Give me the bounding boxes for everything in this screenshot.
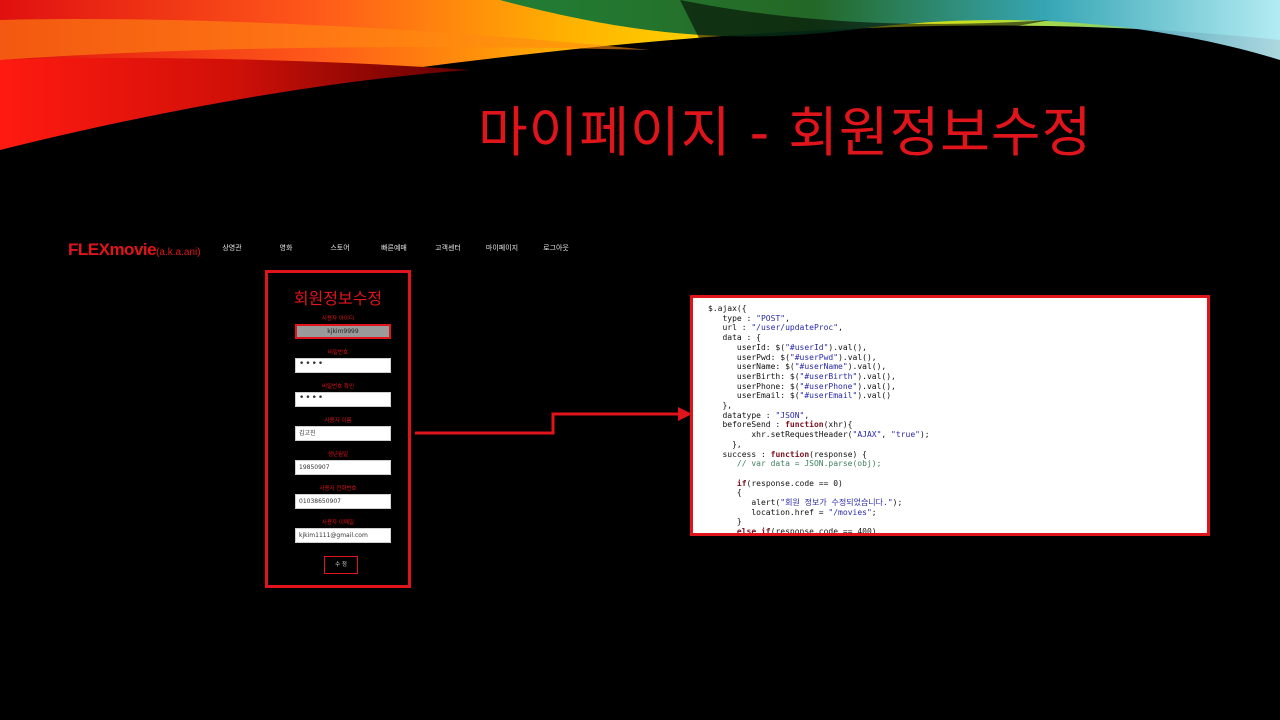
nav-item-theaters[interactable]: 상영관 (222, 243, 241, 253)
password-field[interactable]: •••• (295, 358, 391, 373)
code-line: url : "/user/updateProc", (708, 323, 843, 333)
nav-item-quick-booking[interactable]: 빠른예매 (381, 243, 407, 253)
user-id-field: kjkim9999 (295, 324, 391, 339)
ajax-code-block: $.ajax({ type : "POST", url : "/user/upd… (693, 298, 1207, 536)
nav-item-customer-center[interactable]: 고객센터 (435, 243, 461, 253)
code-line: $.ajax({ (708, 304, 747, 313)
password-label: 비밀번호 (327, 350, 349, 356)
code-line: userBirth: $("#userBirth").val(), (708, 371, 896, 381)
user-name-field[interactable]: 김고진 (295, 426, 391, 441)
app-logo-subtitle: (a.k.a.ani) (156, 247, 201, 258)
code-line: location.href = "/movies"; (708, 507, 877, 517)
code-line: userId: $("#userId").val(), (708, 342, 867, 352)
code-line: beforeSend : function(xhr){ (708, 420, 853, 430)
app-logo[interactable]: FLEXmovie(a.k.a.ani) (68, 240, 201, 260)
code-line: type : "POST", (708, 313, 790, 323)
birthdate-field[interactable]: 19850907 (295, 460, 391, 475)
nav-item-store[interactable]: 스토어 (330, 243, 349, 253)
email-label: 사용자 이메일 (321, 520, 355, 526)
code-line: }, (708, 439, 742, 449)
user-name-label: 사용자 이름 (324, 418, 352, 424)
code-line: else if(response.code == 400) (736, 527, 877, 536)
code-line: if(response.code == 0) (736, 478, 843, 488)
birthdate-label: 생년월일 (327, 452, 349, 458)
nav-item-logout[interactable]: 로그아웃 (543, 243, 569, 253)
slide-title: 마이페이지 - 회원정보수정 (478, 101, 1093, 164)
code-line: datatype : "JSON", (708, 410, 810, 420)
code-line: success : function(response) { (708, 449, 867, 459)
code-line: userPwd: $("#userPwd").val(), (708, 352, 877, 362)
phone-label: 사용자 전화번호 (319, 486, 357, 492)
code-line: } (708, 517, 742, 527)
code-line: userName: $("#userName").val(), (708, 362, 887, 372)
code-line: alert("회원 정보가 수정되었습니다."); (708, 498, 903, 508)
password-confirm-label: 비밀번호 확인 (321, 384, 355, 390)
edit-profile-form: 회원정보수정 사용자 아이디 kjkim9999 비밀번호 •••• 비밀번호 … (265, 270, 411, 588)
code-panel: $.ajax({ type : "POST", url : "/user/upd… (690, 295, 1210, 536)
code-line: xhr.setRequestHeader("AJAX", "true"); (708, 430, 930, 440)
code-line: { (708, 488, 742, 498)
app-logo-text: FLEXmovie (68, 240, 157, 259)
code-line: data : { (708, 333, 761, 343)
code-line: }, (708, 401, 733, 411)
phone-field[interactable]: 01038650907 (295, 494, 391, 509)
email-field[interactable]: kjkim1111@gmail.com (295, 528, 391, 543)
code-line: userEmail: $("#userEmail").val() (708, 391, 892, 401)
submit-button[interactable]: 수 정 (324, 556, 358, 574)
form-title: 회원정보수정 (293, 289, 383, 308)
code-line: // var data = JSON.parse(obj); (708, 459, 882, 469)
nav-item-mypage[interactable]: 마이페이지 (486, 243, 518, 253)
nav-item-movies[interactable]: 영화 (280, 243, 293, 253)
password-confirm-field[interactable]: •••• (295, 392, 391, 407)
connector-arrow (415, 407, 692, 435)
user-id-label: 사용자 아이디 (321, 316, 355, 322)
code-line: userPhone: $("#userPhone").val(), (708, 381, 896, 391)
